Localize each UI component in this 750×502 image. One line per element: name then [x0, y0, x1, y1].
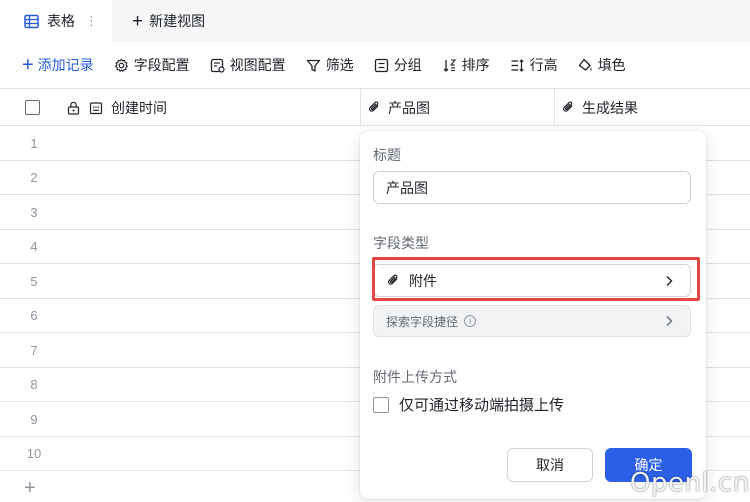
new-view-label: 新建视图	[149, 13, 206, 29]
sort-button[interactable]: 排序	[442, 55, 490, 75]
add-record-button[interactable]: + 添加记录	[22, 55, 94, 75]
explore-field-shortcuts[interactable]: 探索字段捷径 i	[373, 305, 691, 337]
filter-button[interactable]: 筛选	[306, 55, 354, 75]
view-config-button[interactable]: 视图配置	[210, 55, 286, 75]
column-label: 生成结果	[582, 99, 638, 116]
attachment-icon	[369, 101, 379, 112]
field-type-label: 字段类型	[373, 235, 429, 251]
checkbox-box	[25, 100, 40, 115]
plus-icon: +	[22, 54, 34, 76]
add-row-button[interactable]: +	[24, 478, 36, 498]
fill-color-label: 填色	[597, 57, 626, 73]
watermark: Openl.cn	[630, 468, 750, 498]
column-label: 创建时间	[111, 99, 167, 116]
column-divider	[360, 89, 361, 126]
calendar-icon	[89, 101, 103, 114]
field-title-value: 产品图	[386, 179, 428, 196]
upload-method-label: 附件上传方式	[373, 369, 457, 385]
info-icon: i	[464, 315, 477, 327]
field-config-label: 字段配置	[133, 57, 190, 73]
shortcut-label: 探索字段捷径	[386, 314, 459, 329]
plus-icon: +	[132, 10, 144, 32]
field-config-button[interactable]: 字段配置	[114, 55, 190, 75]
row-number: 9	[30, 411, 38, 427]
paint-bucket-icon	[578, 58, 592, 71]
column-header-product-image[interactable]: 产品图	[367, 89, 430, 126]
group-button[interactable]: 分组	[374, 55, 422, 75]
tab-label: 表格	[47, 13, 75, 29]
row-number: 6	[30, 308, 38, 323]
column-header-generated-result[interactable]: 生成结果	[561, 89, 638, 126]
chevron-right-icon	[666, 276, 673, 286]
row-number: 1	[30, 135, 38, 151]
row-number: 7	[30, 342, 38, 358]
more-icon[interactable]: ⋮	[85, 13, 98, 29]
group-icon	[374, 58, 388, 72]
row-height-label: 行高	[529, 57, 558, 73]
group-label: 分组	[393, 57, 422, 73]
mobile-only-label: 仅可通过移动端拍摄上传	[399, 397, 565, 414]
field-type-value: 附件	[409, 272, 437, 289]
row-number: 10	[26, 446, 42, 461]
view-tab-bar: 表格 ⋮ + 新建视图	[0, 0, 750, 42]
mobile-only-upload-option[interactable]: 仅可通过移动端拍摄上传	[373, 394, 564, 415]
column-label: 产品图	[388, 99, 430, 116]
mobile-only-checkbox[interactable]	[373, 396, 389, 413]
toolbar: + 添加记录 字段配置 视图配置 筛选 分组 排序 行高 填色	[0, 42, 750, 88]
tab-table-view[interactable]: 表格 ⋮	[0, 0, 112, 42]
row-number: 5	[30, 273, 38, 289]
fill-color-button[interactable]: 填色	[578, 55, 626, 75]
title-label: 标题	[373, 147, 401, 163]
row-number: 8	[30, 377, 38, 392]
filter-icon	[306, 59, 320, 72]
sort-icon	[443, 58, 456, 72]
row-height-button[interactable]: 行高	[510, 55, 558, 75]
attachment-icon	[388, 274, 398, 285]
add-record-label: 添加记录	[37, 57, 94, 73]
field-edit-popover: 标题 产品图 字段类型 附件 探索字段捷径 i 附件上传方式 仅可通过移动端拍摄…	[360, 131, 706, 499]
select-all-checkbox[interactable]	[25, 89, 40, 126]
row-number: 2	[30, 170, 38, 185]
lock-icon	[67, 101, 80, 115]
row-number: 4	[30, 239, 38, 254]
view-config-label: 视图配置	[229, 57, 286, 73]
filter-label: 筛选	[325, 57, 354, 73]
grid-icon	[24, 14, 39, 28]
sort-label: 排序	[461, 57, 490, 73]
column-divider	[554, 89, 555, 126]
new-view-button[interactable]: + 新建视图	[132, 0, 205, 42]
field-type-select[interactable]: 附件	[373, 264, 691, 297]
attachment-icon	[563, 101, 573, 112]
row-number: 3	[30, 204, 38, 220]
gear-icon	[114, 58, 128, 72]
column-header-created-time[interactable]: 创建时间	[67, 89, 167, 126]
chevron-right-icon	[666, 316, 673, 326]
cancel-button[interactable]: 取消	[507, 448, 593, 482]
row-height-icon	[511, 58, 524, 72]
field-title-input[interactable]: 产品图	[373, 171, 691, 204]
grid-header: 创建时间 产品图 生成结果	[0, 88, 750, 126]
view-settings-icon	[210, 58, 225, 73]
